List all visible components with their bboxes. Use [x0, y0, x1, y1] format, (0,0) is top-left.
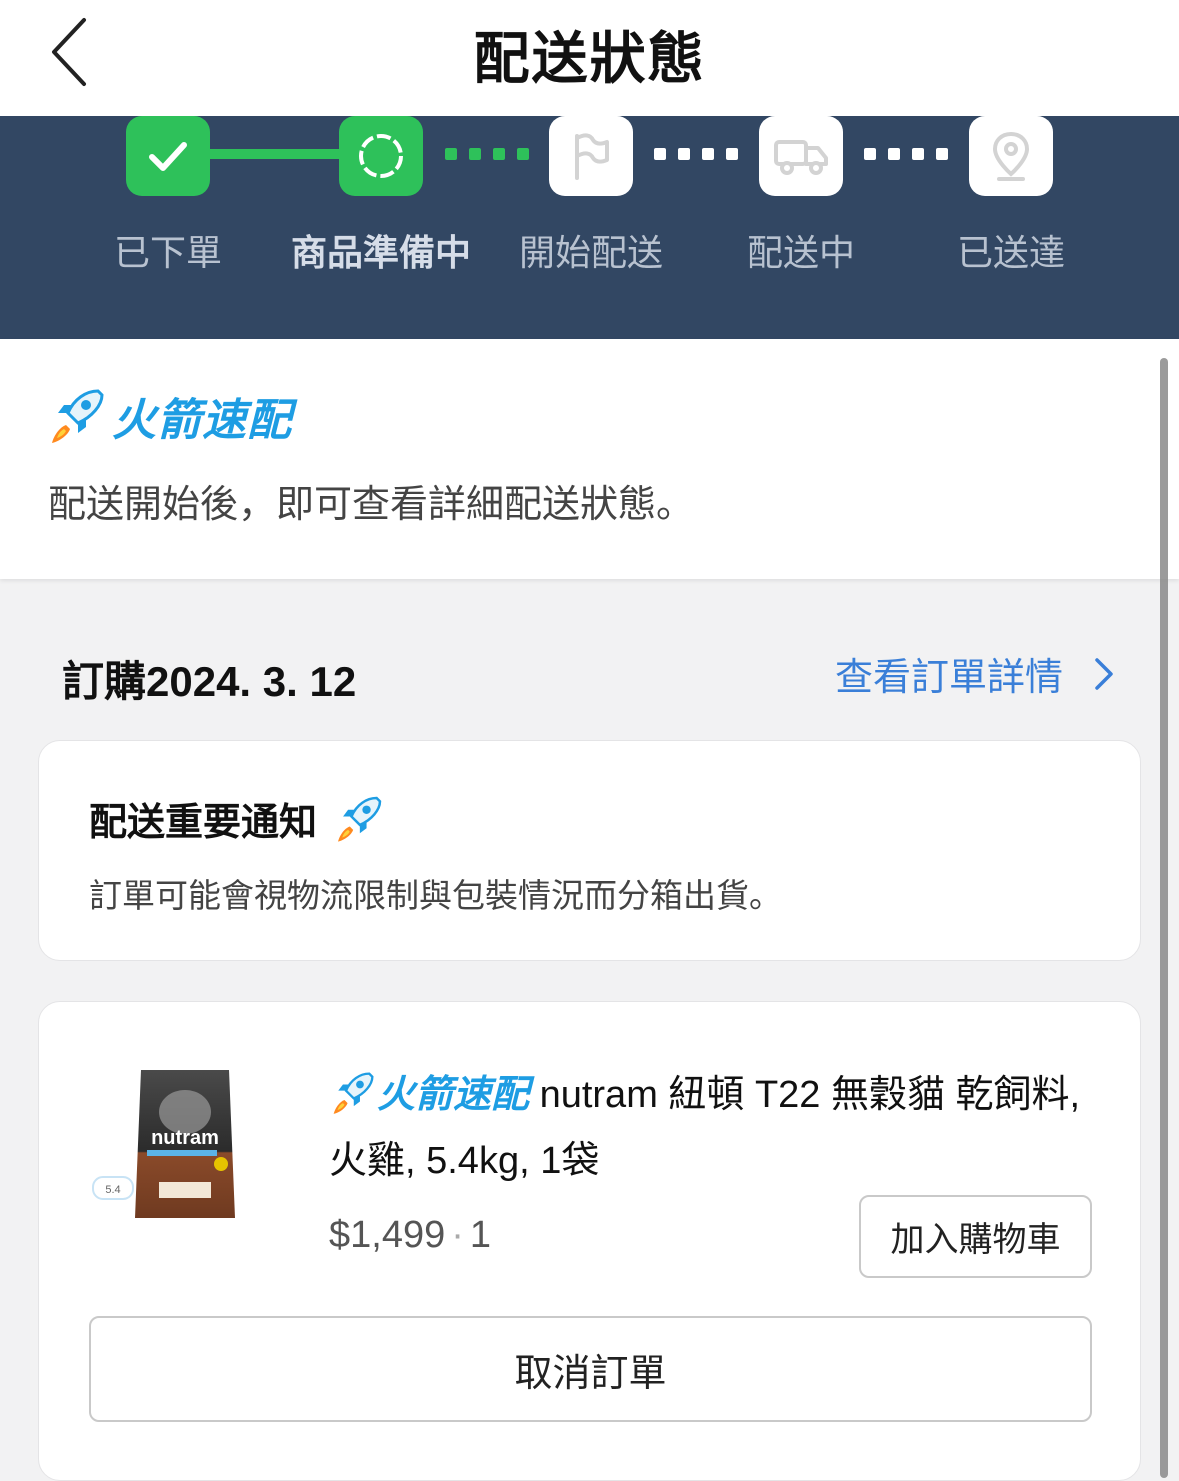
step-delivered: [969, 116, 1053, 196]
notice-text: 訂單可能會視物流限制與包裝情況而分箱出貨。: [89, 877, 782, 914]
delivery-progress: 已下單 商品準備中 開始配送 配送中 已送達: [0, 116, 1179, 339]
progress-dot: [912, 148, 924, 160]
progress-dot: [678, 148, 690, 160]
cancel-order-button[interactable]: 取消訂單: [89, 1316, 1092, 1422]
product-price: $1,499: [329, 1214, 446, 1256]
progress-dot: [726, 148, 738, 160]
progress-dot: [888, 148, 900, 160]
rocket-brand-text: 火箭速配: [112, 396, 292, 445]
rocket-icon: [338, 796, 382, 842]
order-date: 訂購2024. 3. 12: [62, 658, 357, 705]
check-icon: [149, 142, 187, 171]
notice-title-text: 配送重要通知: [89, 802, 318, 844]
progress-dot: [517, 148, 529, 160]
rocket-icon: [333, 1072, 374, 1114]
order-detail-link[interactable]: 查看訂單詳情: [835, 646, 1123, 701]
product-image[interactable]: nutram 5.4: [89, 1062, 269, 1242]
step-label-in-transit: 配送中: [746, 232, 855, 273]
rocket-delivery-info: 火箭速配 配送開始後，即可查看詳細配送狀態。: [0, 339, 1179, 579]
loading-ring-icon: [359, 134, 403, 178]
product-quantity: 1: [469, 1214, 492, 1256]
step-label-delivered: 已送達: [956, 232, 1065, 273]
step-label-dispatch: 開始配送: [518, 232, 663, 273]
page-title: 配送狀態: [473, 27, 706, 90]
rocket-description: 配送開始後，即可查看詳細配送狀態。: [48, 484, 695, 526]
step-preparing: [339, 116, 423, 196]
progress-dot: [936, 148, 948, 160]
progress-dot: [469, 148, 481, 160]
step-ordered: [126, 116, 210, 196]
progress-dot: [445, 148, 457, 160]
product-brand: 火箭速配: [377, 1074, 530, 1116]
progress-dot: [493, 148, 505, 160]
top-bar: 配送狀態: [0, 0, 1179, 116]
notice-title: 配送重要通知: [89, 791, 385, 846]
order-detail-link-label: 查看訂單詳情: [834, 657, 1063, 699]
progress-dot: [702, 148, 714, 160]
step-label-ordered: 已下單: [113, 232, 222, 273]
progress-dot: [864, 148, 876, 160]
location-pin-icon: [992, 131, 1030, 181]
cat-food-bag-image: nutram 5.4: [92, 1070, 235, 1218]
svg-text:5.4: 5.4: [105, 1184, 120, 1196]
step-in-transit: [759, 116, 843, 196]
truck-icon: [774, 140, 828, 175]
progress-connector-done: [205, 149, 345, 159]
step-label-preparing: 商品準備中: [290, 232, 471, 273]
price-line: $1,499 · 1: [329, 1214, 491, 1257]
progress-dot: [654, 148, 666, 160]
flag-icon: [575, 133, 609, 180]
product-card: nutram 5.4 火箭速配 nutram 紐頓 T22 無穀貓 乾飼料, 火…: [38, 1001, 1141, 1481]
chevron-right-icon: [1095, 657, 1113, 690]
add-to-cart-button[interactable]: 加入購物車: [859, 1195, 1092, 1278]
rocket-brand: 火箭速配: [46, 383, 292, 449]
price-separator: ·: [451, 1214, 464, 1256]
shipping-notice-card: 配送重要通知 訂單可能會視物流限制與包裝情況而分箱出貨。: [38, 740, 1141, 961]
product-title[interactable]: 火箭速配 nutram 紐頓 T22 無穀貓 乾飼料, 火雞, 5.4kg, 1…: [329, 1062, 1089, 1194]
rocket-icon: [52, 389, 104, 443]
step-dispatch: [549, 116, 633, 196]
scrollbar[interactable]: [1160, 358, 1168, 1478]
product-image-brand: nutram: [151, 1127, 219, 1149]
